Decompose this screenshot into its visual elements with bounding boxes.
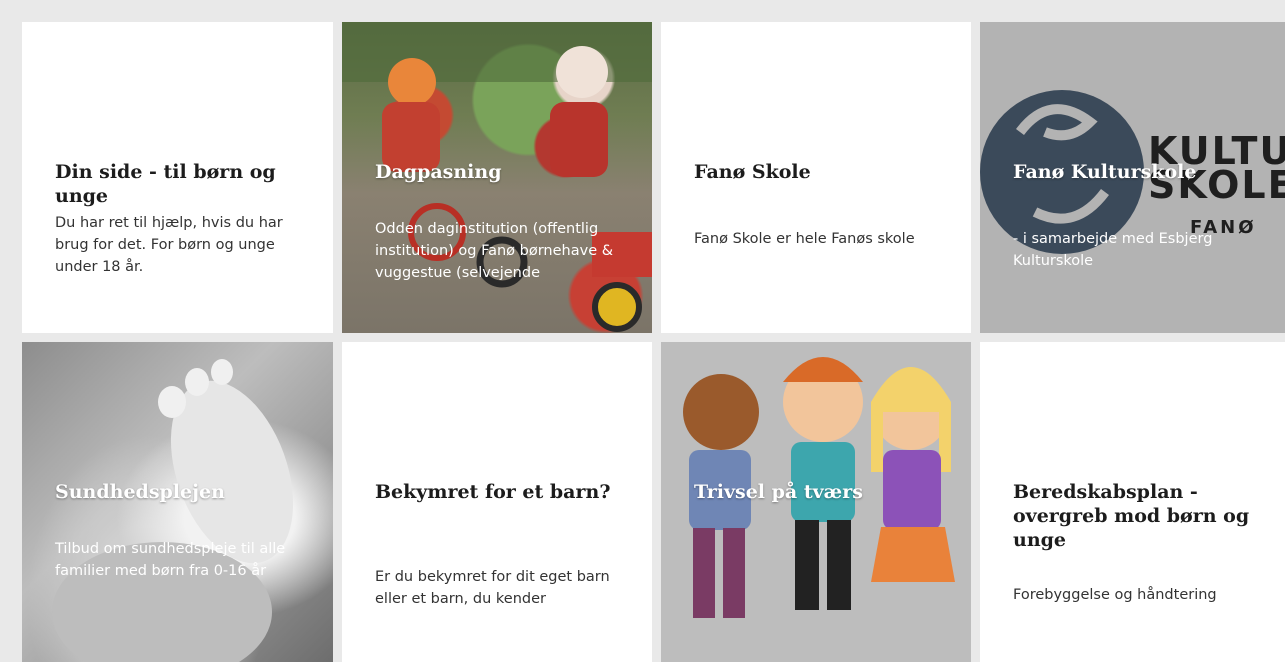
tile-text: - i samarbejde med Esbjerg Kulturskole xyxy=(1013,231,1213,269)
tile-title: Trivsel på tværs xyxy=(694,481,863,503)
tile-dagpasning[interactable]: Dagpasning Odden daginstitution (offentl… xyxy=(342,22,652,333)
tile-fano-kulturskole[interactable]: KULTUR SKOLEN FANØ Fanø Kulturskole - i … xyxy=(980,22,1285,333)
tile-text: Odden daginstitution (offentlig institut… xyxy=(375,221,614,281)
tile-title: Bekymret for et barn? xyxy=(375,481,611,503)
tile-bekymret[interactable]: Bekymret for et barn? Er du bekymret for… xyxy=(342,342,652,662)
tile-text: Forebyggelse og håndtering xyxy=(1013,587,1217,603)
tile-title: Fanø Kulturskole xyxy=(1013,161,1197,183)
tile-text: Du har ret til hjælp, hvis du har brug f… xyxy=(55,215,283,275)
tile-title: Din side - til børn og unge xyxy=(55,161,276,207)
tile-title: Fanø Skole xyxy=(694,161,811,183)
tile-text: Fanø Skole er hele Fanøs skole xyxy=(694,231,915,247)
tile-title: Sundhedsplejen xyxy=(55,481,225,503)
tile-beredskabsplan[interactable]: Beredskabsplan - overgreb mod børn og un… xyxy=(980,342,1285,662)
tile-grid: Din side - til børn og unge Du har ret t… xyxy=(22,22,1285,662)
tile-title: Beredskabsplan - overgreb mod børn og un… xyxy=(1013,481,1250,551)
tile-trivsel[interactable]: Trivsel på tværs xyxy=(661,342,971,662)
tile-fano-skole[interactable]: Fanø Skole Fanø Skole er hele Fanøs skol… xyxy=(661,22,971,333)
tile-din-side[interactable]: Din side - til børn og unge Du har ret t… xyxy=(22,22,333,333)
tile-text: Er du bekymret for dit eget barn eller e… xyxy=(375,569,610,607)
tile-title: Dagpasning xyxy=(375,161,502,183)
tile-text: Tilbud om sundhedspleje til alle familie… xyxy=(55,541,286,579)
tile-sundhedsplejen[interactable]: Sundhedsplejen Tilbud om sundhedspleje t… xyxy=(22,342,333,662)
